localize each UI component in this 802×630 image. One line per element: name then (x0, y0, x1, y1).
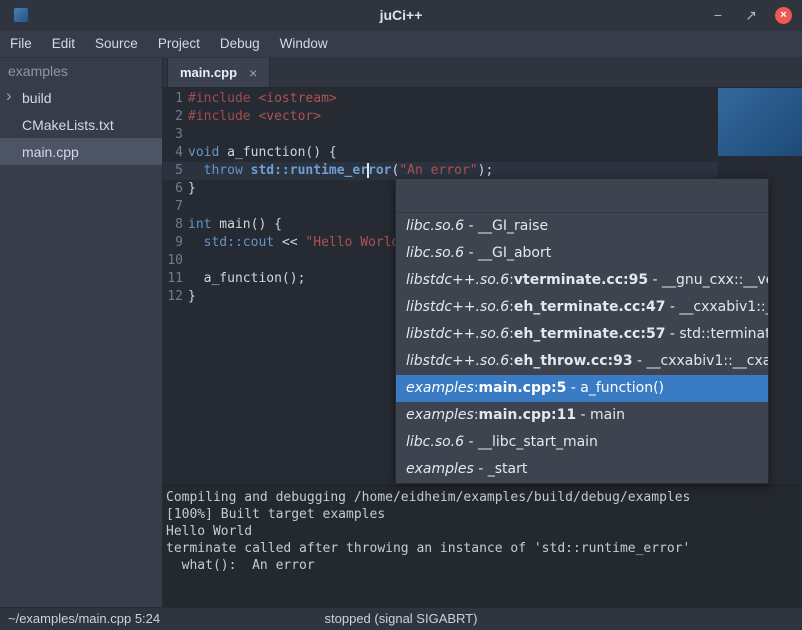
code-text: int main() { (188, 216, 282, 234)
backtrace-item-8[interactable]: libc.so.6 - __libc_start_main (396, 429, 768, 456)
backtrace-item-0[interactable]: libc.so.6 - __GI_raise (396, 213, 768, 240)
statusbar: ~/examples/main.cpp 5:24 stopped (signal… (0, 607, 802, 630)
tab-close-icon[interactable]: × (249, 65, 257, 81)
build-output-terminal[interactable]: Compiling and debugging /home/eidheim/ex… (163, 485, 802, 607)
code-line-1[interactable]: 1 #include <iostream> (163, 90, 802, 108)
line-number: 9 (163, 234, 183, 252)
tree-item-label: CMakeLists.txt (22, 117, 114, 133)
tooltip-box (718, 88, 802, 156)
menu-item-project[interactable]: Project (148, 30, 210, 57)
tree-item-label: build (22, 90, 52, 106)
tabbar: main.cpp × (163, 58, 802, 88)
backtrace-item-9[interactable]: examples - _start (396, 456, 768, 483)
popup-search-input[interactable] (396, 179, 768, 213)
project-folder-label: examples (0, 58, 162, 84)
terminal-line-4: what(): An error (166, 557, 802, 574)
terminal-line-1: [100%] Built target examples (166, 506, 802, 523)
tree-item-cmakelists-txt[interactable]: CMakeLists.txt (0, 111, 162, 138)
status-debug-state: stopped (signal SIGABRT) (0, 608, 802, 630)
backtrace-popup: libc.so.6 - __GI_raiselibc.so.6 - __GI_a… (395, 178, 769, 484)
minimize-button[interactable]: − (709, 7, 727, 23)
code-line-3[interactable]: 3 (163, 126, 802, 144)
menu-item-edit[interactable]: Edit (42, 30, 85, 57)
code-text: } (188, 180, 196, 198)
code-text: void a_function() { (188, 144, 337, 162)
backtrace-item-2[interactable]: libstdc++.so.6:vterminate.cc:95 - __gnu_… (396, 267, 768, 294)
line-number: 7 (163, 198, 183, 216)
window-title: juCi++ (0, 0, 802, 30)
line-number: 4 (163, 144, 183, 162)
line-number: 3 (163, 126, 183, 144)
titlebar[interactable]: juCi++ − ↗ × (0, 0, 802, 30)
backtrace-item-1[interactable]: libc.so.6 - __GI_abort (396, 240, 768, 267)
line-number: 5 (163, 162, 183, 180)
backtrace-item-4[interactable]: libstdc++.so.6:eh_terminate.cc:57 - std:… (396, 321, 768, 348)
app-window: juCi++ − ↗ × FileEditSourceProjectDebugW… (0, 0, 802, 630)
menu-item-file[interactable]: File (0, 30, 42, 57)
file-tree-sidebar[interactable]: examples ›build CMakeLists.txt main.cpp (0, 58, 163, 607)
tree-item-build[interactable]: ›build (0, 84, 162, 111)
terminal-line-2: Hello World (166, 523, 802, 540)
window-controls: − ↗ × (709, 0, 792, 30)
code-text: a_function(); (188, 270, 305, 288)
line-number: 2 (163, 108, 183, 126)
backtrace-list: libc.so.6 - __GI_raiselibc.so.6 - __GI_a… (396, 213, 768, 483)
line-number: 1 (163, 90, 183, 108)
close-button[interactable]: × (775, 7, 792, 24)
menu-item-source[interactable]: Source (85, 30, 148, 57)
code-line-2[interactable]: 2 #include <vector> (163, 108, 802, 126)
line-number: 6 (163, 180, 183, 198)
backtrace-item-5[interactable]: libstdc++.so.6:eh_throw.cc:93 - __cxxabi… (396, 348, 768, 375)
line-number: 12 (163, 288, 183, 306)
tab-main-cpp[interactable]: main.cpp × (167, 58, 270, 87)
menu-item-window[interactable]: Window (270, 30, 338, 57)
tree-item-label: main.cpp (22, 144, 79, 160)
backtrace-item-7[interactable]: examples:main.cpp:11 - main (396, 402, 768, 429)
menubar: FileEditSourceProjectDebugWindow (0, 30, 802, 58)
tab-label: main.cpp (180, 65, 237, 80)
terminal-line-0: Compiling and debugging /home/eidheim/ex… (166, 489, 802, 506)
expander-chevron-icon[interactable]: › (6, 88, 22, 104)
code-text: #include <iostream> (188, 90, 337, 108)
file-tree: ›build CMakeLists.txt main.cpp (0, 84, 162, 165)
code-text: #include <vector> (188, 108, 321, 126)
menu-item-debug[interactable]: Debug (210, 30, 270, 57)
line-number: 11 (163, 270, 183, 288)
tree-item-main-cpp[interactable]: main.cpp (0, 138, 162, 165)
backtrace-item-3[interactable]: libstdc++.so.6:eh_terminate.cc:47 - __cx… (396, 294, 768, 321)
restore-button[interactable]: ↗ (742, 7, 760, 24)
code-line-4[interactable]: 4 void a_function() { (163, 144, 802, 162)
terminal-line-3: terminate called after throwing an insta… (166, 540, 802, 557)
line-number: 10 (163, 252, 183, 270)
backtrace-item-6[interactable]: examples:main.cpp:5 - a_function() (396, 375, 768, 402)
code-text: } (188, 288, 196, 306)
line-number: 8 (163, 216, 183, 234)
